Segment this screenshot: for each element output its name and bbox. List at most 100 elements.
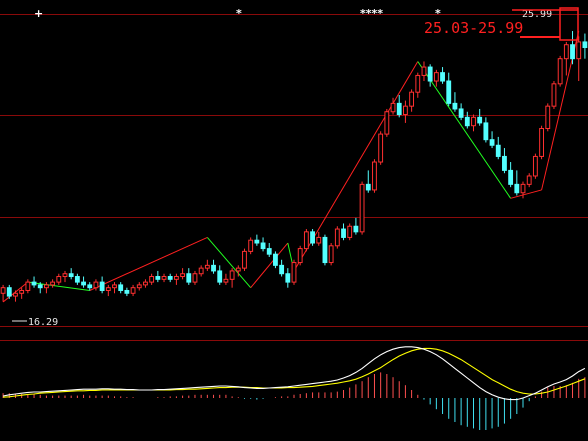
candle: [0, 284, 6, 302]
marker-1: +: [34, 7, 43, 20]
candle: [254, 234, 260, 246]
candle: [514, 170, 520, 196]
candle: [99, 276, 105, 294]
candle: [242, 248, 247, 271]
candle: [285, 268, 291, 288]
candle: [112, 282, 117, 294]
candle: [62, 270, 68, 283]
candle: [365, 170, 371, 193]
candle: [130, 284, 136, 297]
candle: [56, 273, 62, 285]
candle: [427, 64, 433, 87]
candle: [149, 273, 155, 285]
low-price-label: 16.29: [28, 317, 58, 328]
marker-3: ****: [360, 7, 383, 20]
candle: [81, 276, 86, 288]
candle: [495, 136, 501, 160]
candle: [136, 282, 142, 291]
candle: [464, 111, 470, 129]
candle: [359, 181, 365, 235]
candle: [192, 270, 198, 285]
candle: [378, 131, 384, 165]
indicator-panel: [2, 346, 586, 430]
candle: [297, 245, 303, 266]
candle: [167, 273, 173, 283]
candle: [502, 148, 507, 174]
kline-chart-screen: + * **** * 25.99 25.03-25.99 16.29: [0, 0, 588, 441]
candle: [19, 287, 25, 299]
zigzag-segment: [417, 61, 512, 199]
candle: [291, 259, 297, 285]
indicator-line-slow: [3, 347, 586, 398]
candle: [229, 268, 235, 288]
candle: [161, 273, 167, 283]
candle: [582, 33, 588, 59]
candle: [508, 162, 514, 188]
candle: [551, 81, 557, 109]
candle: [25, 279, 31, 294]
candle: [143, 279, 148, 288]
indicator-line-fast: [2, 346, 586, 401]
candle: [74, 273, 80, 285]
candle: [477, 108, 483, 126]
candle: [409, 89, 415, 112]
candle: [198, 265, 204, 277]
candle: [570, 31, 575, 65]
candle: [458, 103, 464, 121]
candle: [13, 290, 18, 302]
candle: [557, 55, 563, 87]
candle: [173, 273, 179, 285]
chart-canvas: + * **** * 25.99 25.03-25.99 16.29: [0, 7, 588, 430]
candle: [563, 41, 569, 76]
candle: [483, 117, 489, 143]
candle: [31, 276, 37, 288]
candlesticks: [0, 31, 588, 302]
candle: [248, 237, 254, 255]
candle: [68, 268, 74, 280]
candle: [415, 72, 421, 98]
candle: [223, 273, 229, 285]
trend-zigzag: [2, 30, 580, 303]
candle: [316, 231, 322, 246]
candle: [341, 223, 346, 241]
candle: [260, 237, 266, 252]
candle: [532, 153, 538, 179]
candle: [105, 284, 111, 297]
candle: [6, 284, 12, 299]
candle: [328, 243, 334, 266]
candle: [118, 282, 124, 294]
candle: [279, 259, 285, 277]
candle: [180, 268, 186, 280]
candle: [384, 108, 390, 137]
candle: [433, 69, 439, 87]
candle: [273, 251, 278, 269]
candle: [440, 67, 445, 84]
candle: [539, 125, 544, 160]
candle: [186, 268, 192, 285]
candle: [402, 100, 408, 123]
candle: [576, 36, 582, 82]
candle: [334, 226, 340, 249]
candle: [545, 103, 551, 132]
candle: [303, 229, 309, 252]
candle: [310, 229, 315, 246]
candle: [155, 270, 161, 283]
candle: [526, 173, 532, 188]
candle: [489, 131, 495, 149]
candle: [87, 282, 93, 291]
candle: [124, 287, 130, 297]
candle: [372, 159, 377, 193]
candle: [266, 243, 272, 257]
candle: [353, 217, 359, 235]
candle: [446, 72, 452, 107]
candle: [217, 265, 223, 285]
candle: [452, 92, 458, 112]
candle: [347, 223, 353, 241]
candle: [421, 61, 427, 82]
marker-2: *: [236, 7, 242, 20]
candle: [396, 94, 402, 118]
gridlines: [0, 14, 588, 341]
candle: [50, 279, 56, 288]
range-annotation: 25.03-25.99: [424, 19, 523, 37]
candle: [204, 259, 210, 271]
